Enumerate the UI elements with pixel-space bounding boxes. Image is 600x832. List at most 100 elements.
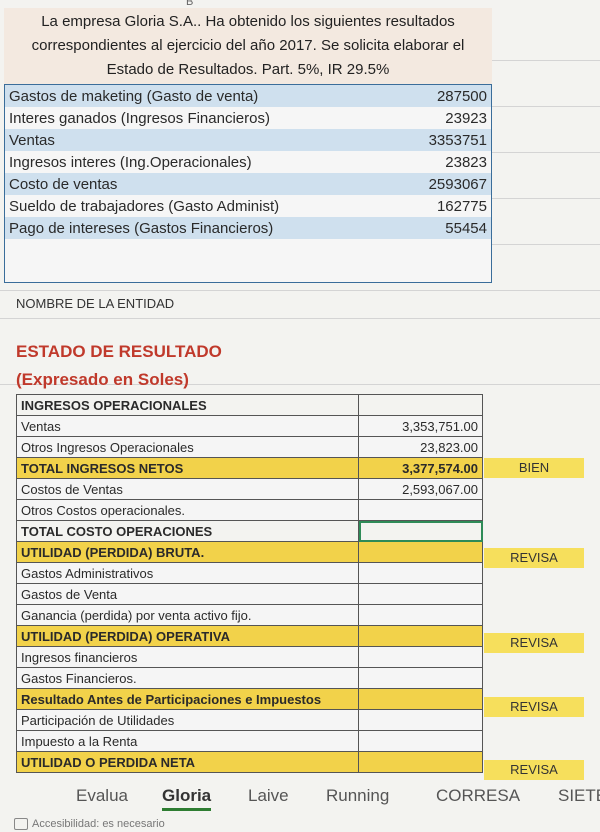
statement-value-cell[interactable]: 23,823.00 — [358, 436, 483, 458]
statement-row: Otros Costos operacionales. — [16, 499, 483, 521]
statement-label-cell[interactable]: Ganancia (perdida) por venta activo fijo… — [16, 604, 359, 626]
statement-value-cell[interactable] — [358, 562, 483, 584]
data-label-cell[interactable]: Ingresos interes (Ing.Operacionales) — [4, 151, 398, 173]
data-label-cell[interactable]: Costo de ventas — [4, 173, 398, 195]
status-text: Accesibilidad: es necesario — [32, 818, 165, 830]
data-value-cell[interactable]: 55454 — [397, 217, 492, 239]
statement-label-cell[interactable]: Impuesto a la Renta — [16, 730, 359, 752]
statement-value-cell[interactable] — [358, 541, 483, 563]
spreadsheet[interactable]: B La empresa Gloria S.A.. Ha obtenido lo… — [0, 0, 600, 832]
data-row: Costo de ventas 2593067 — [4, 173, 492, 195]
gridline — [492, 60, 600, 61]
statement-label-cell[interactable]: Gastos Administrativos — [16, 562, 359, 584]
data-value-cell[interactable]: 287500 — [397, 84, 492, 107]
column-header-b[interactable]: B — [186, 0, 193, 8]
data-value-cell[interactable]: 23823 — [397, 151, 492, 173]
data-row: Sueldo de trabajadores (Gasto Administ) 1… — [4, 195, 492, 217]
check-badge[interactable]: REVISA — [484, 548, 584, 569]
statement-value-cell[interactable] — [358, 625, 483, 647]
statement-label-cell[interactable]: UTILIDAD (PERDIDA) OPERATIVA — [16, 625, 359, 647]
blank-cell[interactable] — [397, 239, 492, 283]
statement-label-cell[interactable]: TOTAL COSTO OPERACIONES — [16, 520, 359, 542]
statement-label-cell[interactable]: Ingresos financieros — [16, 646, 359, 668]
statement-label-cell[interactable]: TOTAL INGRESOS NETOS — [16, 457, 359, 479]
data-label-cell[interactable]: Interes ganados (Ingresos Financieros) — [4, 107, 398, 129]
statement-label-cell[interactable]: Costos de Ventas — [16, 478, 359, 500]
statement-row: Ganancia (perdida) por venta activo fijo… — [16, 604, 483, 626]
data-row: Ingresos interes (Ing.Operacionales) 2382… — [4, 151, 492, 173]
statement-value-cell[interactable] — [358, 688, 483, 710]
intro-line: correspondientes al ejercicio del año 20… — [31, 37, 465, 54]
statement-label-cell[interactable]: Gastos Financieros. — [16, 667, 359, 689]
intro-text[interactable]: La empresa Gloria S.A.. Ha obtenido los … — [4, 10, 492, 82]
data-label-cell[interactable]: Pago de intereses (Gastos Financieros) — [4, 217, 398, 239]
statement-row: UTILIDAD O PERDIDA NETA — [16, 751, 483, 773]
gridline — [492, 244, 600, 245]
sheet-tab[interactable]: Evalua — [76, 786, 128, 806]
statement-value-cell[interactable]: 3,353,751.00 — [358, 415, 483, 437]
sheet-tab[interactable]: Laive — [248, 786, 289, 806]
entity-name-cell[interactable]: NOMBRE DE LA ENTIDAD — [16, 296, 174, 311]
statement-row: Costos de Ventas 2,593,067.00 — [16, 478, 483, 500]
gridline — [492, 198, 600, 199]
data-value-cell[interactable]: 3353751 — [397, 129, 492, 151]
sheet-tab[interactable]: Gloria — [162, 786, 212, 811]
statement-value-cell[interactable] — [358, 730, 483, 752]
statement-value-cell[interactable] — [358, 751, 483, 773]
sheet-tab-bar: Evalua Gloria Laive Running CORRESA SIETE — [0, 778, 600, 818]
statement-label-cell[interactable]: Participación de Utilidades — [16, 709, 359, 731]
data-row: Pago de intereses (Gastos Financieros) 55… — [4, 217, 492, 239]
data-row: Gastos de maketing (Gasto de venta) 28750… — [4, 84, 492, 107]
data-row: Interes ganados (Ingresos Financieros) 23… — [4, 107, 492, 129]
statement-value-cell[interactable]: 2,593,067.00 — [358, 478, 483, 500]
gridline — [0, 318, 600, 319]
check-badge[interactable]: BIEN — [484, 457, 584, 478]
statement-label-cell[interactable]: Otros Costos operacionales. — [16, 499, 359, 521]
data-value-cell[interactable]: 162775 — [397, 195, 492, 217]
statement-row: Otros Ingresos Operacionales 23,823.00 — [16, 436, 483, 458]
statement-value-cell[interactable] — [358, 520, 483, 542]
statement-row: Resultado Antes de Participaciones e Imp… — [16, 688, 483, 710]
gridline — [0, 290, 600, 291]
sheet-tab[interactable]: Running — [326, 786, 389, 806]
statement-value-cell[interactable] — [358, 583, 483, 605]
statement-value-cell[interactable] — [358, 667, 483, 689]
statement-row: UTILIDAD (PERDIDA) BRUTA. — [16, 541, 483, 563]
check-badge[interactable]: REVISA — [484, 696, 584, 717]
sheet-tab[interactable]: CORRESA — [436, 786, 520, 806]
source-data-table: Gastos de maketing (Gasto de venta) 28750… — [4, 84, 492, 283]
statement-row: INGRESOS OPERACIONALES — [16, 394, 483, 416]
statement-value-cell[interactable] — [358, 499, 483, 521]
data-value-cell[interactable]: 2593067 — [397, 173, 492, 195]
statement-label-cell[interactable]: UTILIDAD (PERDIDA) BRUTA. — [16, 541, 359, 563]
statement-label-cell[interactable]: Resultado Antes de Participaciones e Imp… — [16, 688, 359, 710]
statement-row: TOTAL COSTO OPERACIONES — [16, 520, 483, 542]
statement-row: Ventas 3,353,751.00 — [16, 415, 483, 437]
statement-value-cell[interactable]: 3,377,574.00 — [358, 457, 483, 479]
statement-row: UTILIDAD (PERDIDA) OPERATIVA — [16, 625, 483, 647]
statement-value-cell[interactable] — [358, 709, 483, 731]
data-label-cell[interactable]: Gastos de maketing (Gasto de venta) — [4, 84, 398, 107]
check-badge[interactable]: REVISA — [484, 633, 584, 654]
statement-row: Gastos de Venta — [16, 583, 483, 605]
statement-label-cell[interactable]: Ventas — [16, 415, 359, 437]
report-title[interactable]: ESTADO DE RESULTADO — [16, 342, 222, 362]
data-row: Ventas 3353751 — [4, 129, 492, 151]
statement-value-cell[interactable] — [358, 394, 483, 416]
statement-value-cell[interactable] — [358, 604, 483, 626]
report-subtitle[interactable]: (Expresado en Soles) — [16, 370, 189, 390]
accessibility-icon[interactable] — [14, 818, 28, 831]
gridline — [492, 106, 600, 107]
statement-value-cell[interactable] — [358, 646, 483, 668]
statement-label-cell[interactable]: Gastos de Venta — [16, 583, 359, 605]
data-value-cell[interactable]: 23923 — [397, 107, 492, 129]
statement-label-cell[interactable]: UTILIDAD O PERDIDA NETA — [16, 751, 359, 773]
statement-label-cell[interactable]: INGRESOS OPERACIONALES — [16, 394, 359, 416]
statement-label-cell[interactable]: Otros Ingresos Operacionales — [16, 436, 359, 458]
statement-row: Ingresos financieros — [16, 646, 483, 668]
data-label-cell[interactable]: Sueldo de trabajadores (Gasto Administ) — [4, 195, 398, 217]
data-label-cell[interactable]: Ventas — [4, 129, 398, 151]
blank-cell[interactable] — [4, 239, 398, 283]
sheet-tab[interactable]: SIETE — [558, 786, 600, 806]
status-bar: Accesibilidad: es necesario — [14, 818, 165, 831]
